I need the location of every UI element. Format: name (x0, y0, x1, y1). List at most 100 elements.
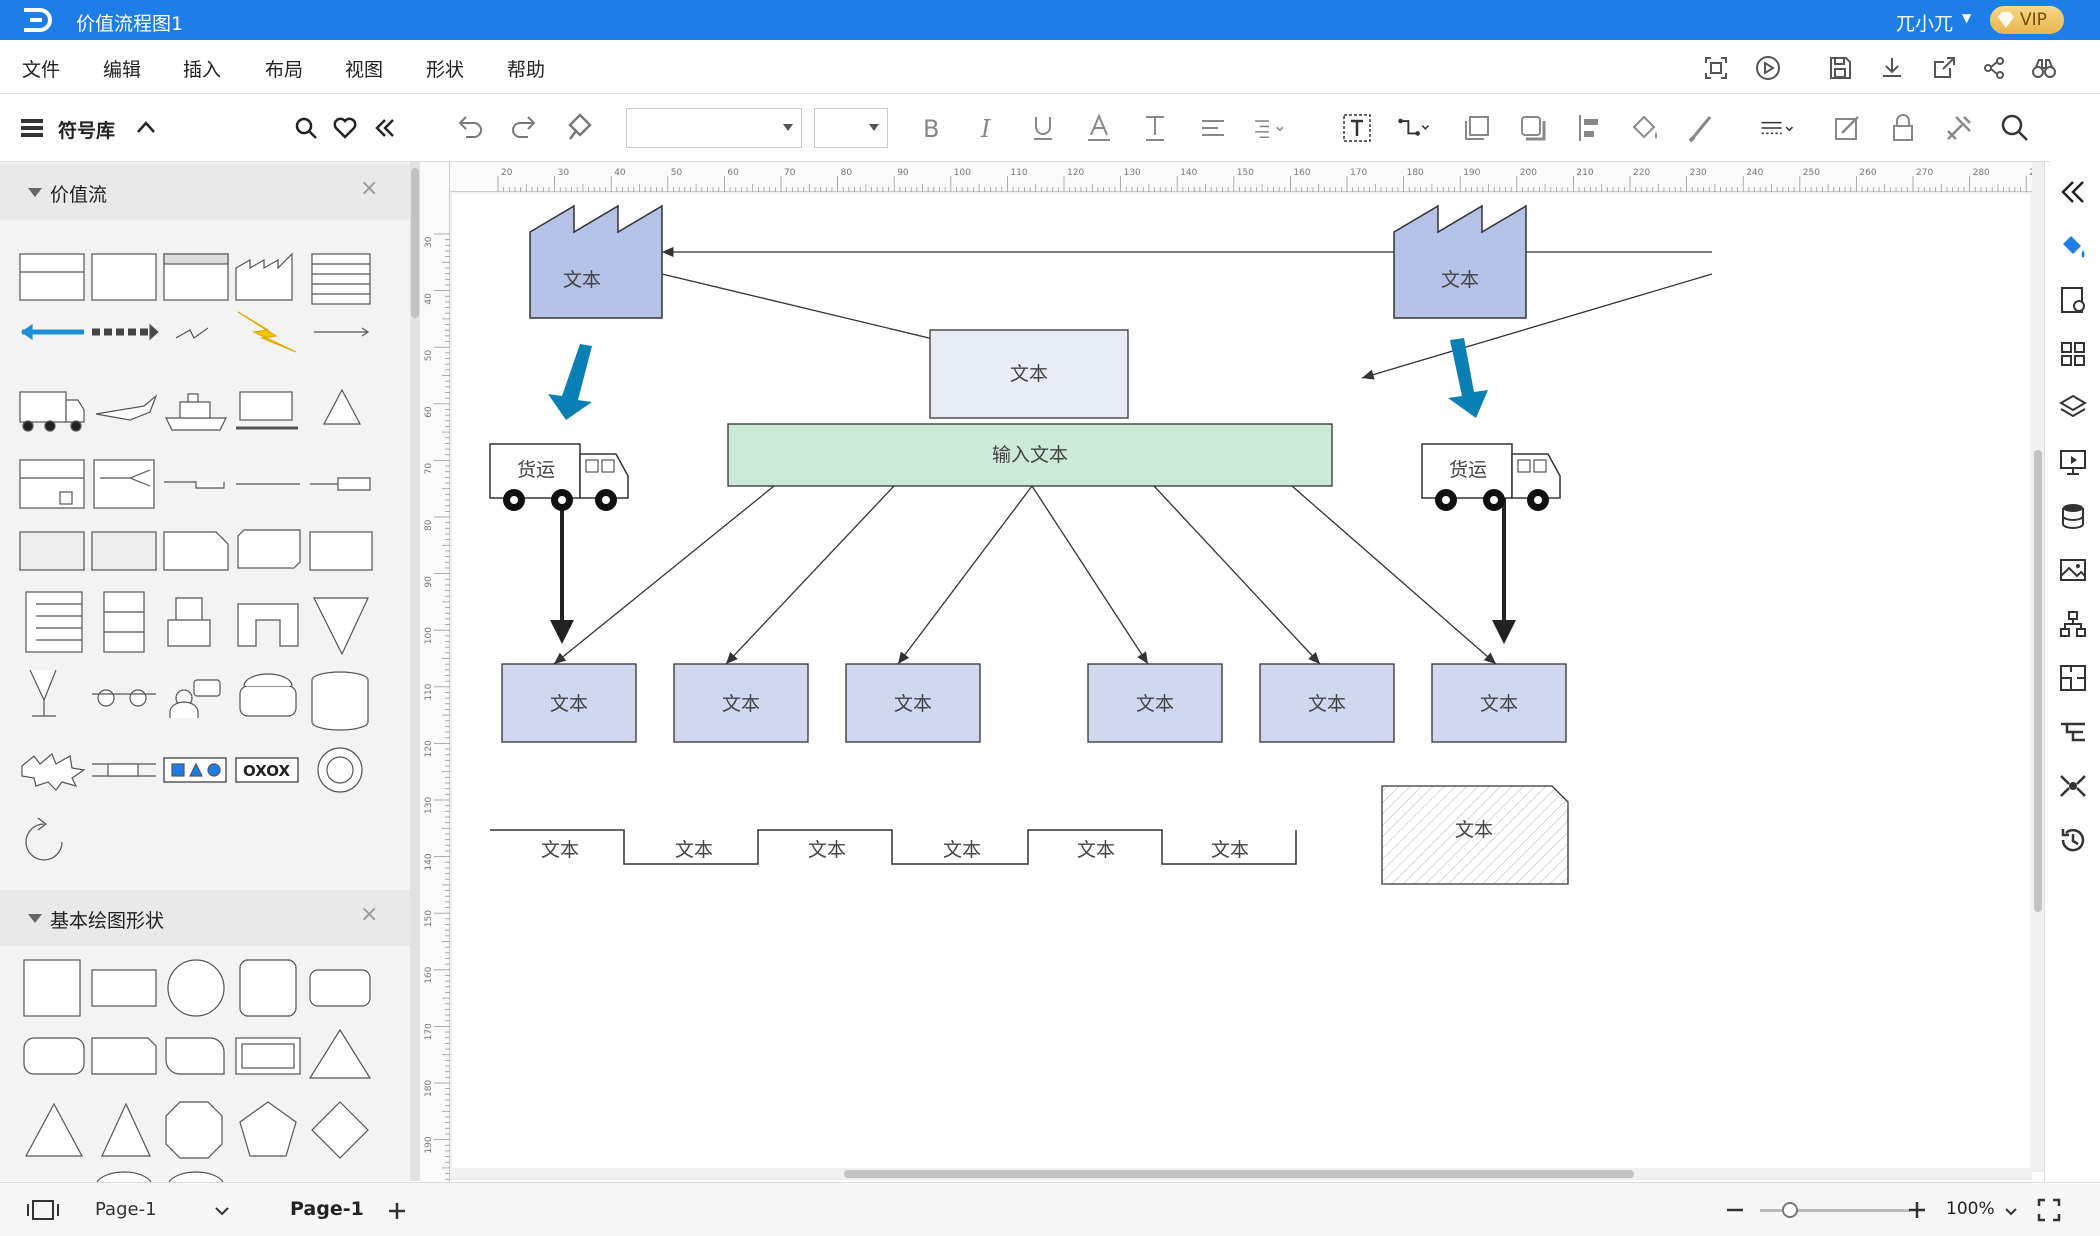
page-panel-icon[interactable] (26, 1199, 60, 1221)
save-icon[interactable] (1826, 54, 1854, 82)
grid-icon[interactable] (2057, 338, 2089, 370)
vertical-scroll-thumb[interactable] (2034, 450, 2042, 912)
text-style-icon[interactable] (1138, 111, 1172, 145)
page-setup-icon[interactable] (2057, 284, 2089, 316)
truck-right[interactable]: 货运 (1421, 443, 1561, 511)
floor-plan-icon[interactable] (2057, 662, 2089, 694)
align-icon[interactable] (1196, 111, 1230, 145)
page-selector[interactable]: Page-1 (95, 1199, 157, 1220)
close-icon[interactable]: × (360, 176, 378, 201)
bottom-box[interactable]: 文本 (845, 663, 981, 743)
timeline-icon[interactable] (2057, 716, 2089, 748)
timeline-ladder[interactable] (490, 829, 1297, 865)
format-painter-icon[interactable] (564, 111, 598, 145)
vip-badge[interactable]: VIP (1990, 6, 2064, 34)
zoom-in-icon[interactable] (1906, 1199, 1928, 1221)
input-text-bar[interactable]: 输入文本 (727, 423, 1333, 487)
menu-layout[interactable]: 布局 (265, 55, 303, 82)
bottom-box[interactable]: 文本 (1087, 663, 1223, 743)
value-stream-diagram[interactable]: 文本 文本 文本 货运 货运 输入文本 文本 文本 文本 文本 文本 文本 文本… (452, 194, 2030, 1170)
layers-icon[interactable] (2057, 392, 2089, 424)
zoom-slider-thumb[interactable] (1782, 1202, 1798, 1218)
text-box-icon[interactable] (1340, 111, 1374, 145)
capture-icon[interactable] (1702, 54, 1730, 82)
shadow-icon[interactable] (1516, 111, 1550, 145)
add-page-icon[interactable] (386, 1200, 408, 1222)
redo-icon[interactable] (508, 111, 542, 145)
tools-icon[interactable] (1942, 111, 1976, 145)
diagram-page[interactable]: 文本 文本 文本 货运 货运 输入文本 文本 文本 文本 文本 文本 文本 文本… (452, 194, 2030, 1170)
connector-icon[interactable] (1396, 111, 1430, 145)
blue-arrow-left[interactable] (548, 344, 592, 420)
category-value-stream[interactable]: 价值流 × (0, 164, 410, 220)
line-style-icon[interactable] (1760, 111, 1794, 145)
chevron-up-icon[interactable] (136, 120, 156, 134)
binoculars-icon[interactable] (2030, 54, 2058, 82)
menu-view[interactable]: 视图 (345, 55, 383, 82)
fullscreen-icon[interactable] (2036, 1197, 2062, 1223)
library-scroll-thumb[interactable] (411, 168, 419, 318)
truck-left[interactable]: 货运 (489, 443, 629, 511)
image-icon[interactable] (2057, 554, 2089, 586)
factory-right[interactable]: 文本 (1393, 204, 1527, 319)
timeline-label[interactable]: 文本 (808, 839, 846, 861)
bottom-box[interactable]: 文本 (1431, 663, 1567, 743)
fill-bucket-icon[interactable] (2057, 230, 2089, 262)
horizontal-scroll-thumb[interactable] (844, 1170, 1634, 1178)
edit-icon[interactable] (1830, 111, 1864, 145)
undo-icon[interactable] (452, 111, 486, 145)
bottom-box[interactable]: 文本 (1259, 663, 1395, 743)
timeline-label[interactable]: 文本 (1077, 839, 1115, 861)
play-icon[interactable] (1754, 54, 1782, 82)
timeline-label[interactable]: 文本 (943, 839, 981, 861)
factory-left[interactable]: 文本 (529, 204, 663, 319)
underline-icon[interactable] (1026, 111, 1060, 145)
collapse-left-icon[interactable] (373, 116, 397, 140)
category-basic-shapes[interactable]: 基本绘图形状 × (0, 890, 410, 946)
timeline-label[interactable]: 文本 (541, 839, 579, 861)
download-icon[interactable] (1878, 54, 1906, 82)
zoom-out-icon[interactable] (1724, 1199, 1746, 1221)
timeline-label[interactable]: 文本 (1211, 839, 1249, 861)
close-icon[interactable]: × (360, 902, 378, 927)
menu-insert[interactable]: 插入 (183, 55, 221, 82)
collapse-right-icon[interactable] (2057, 176, 2089, 208)
presentation-icon[interactable] (2057, 446, 2089, 478)
vertical-scrollbar[interactable] (2032, 162, 2044, 1172)
font-size-select[interactable] (814, 108, 888, 148)
bottom-box[interactable]: 文本 (501, 663, 637, 743)
org-chart-icon[interactable] (2057, 608, 2089, 640)
app-logo-icon[interactable] (18, 4, 54, 36)
export-icon[interactable] (1930, 54, 1958, 82)
horizontal-scrollbar[interactable] (450, 1168, 2032, 1180)
chevron-down-icon[interactable] (214, 1205, 230, 1217)
user-name[interactable]: 兀小兀 (1896, 9, 1953, 36)
lock-icon[interactable] (1886, 111, 1920, 145)
mindmap-icon[interactable] (2057, 770, 2089, 802)
italic-icon[interactable]: I (970, 111, 1004, 145)
find-icon[interactable] (1998, 111, 2032, 145)
menu-edit[interactable]: 编辑 (103, 55, 141, 82)
zoom-level[interactable]: 100% (1946, 1199, 1995, 1219)
heart-icon[interactable] (333, 116, 357, 140)
history-icon[interactable] (2057, 824, 2089, 856)
chevron-down-icon[interactable] (2004, 1207, 2018, 1217)
blue-arrow-right[interactable] (1448, 338, 1488, 418)
document-title[interactable]: 价值流程图1 (76, 9, 183, 36)
line-spacing-icon[interactable] (1252, 111, 1286, 145)
database-icon[interactable] (2057, 500, 2089, 532)
chevron-down-icon[interactable]: ▼ (1962, 11, 1971, 25)
basic-shape-gallery[interactable] (0, 946, 410, 1187)
value-stream-shape-gallery[interactable]: OXOX (0, 234, 410, 954)
menu-file[interactable]: 文件 (22, 55, 60, 82)
menu-shape[interactable]: 形状 (426, 55, 464, 82)
canvas-area[interactable]: 文本 文本 文本 货运 货运 输入文本 文本 文本 文本 文本 文本 文本 文本… (450, 192, 2032, 1172)
timeline-label[interactable]: 文本 (675, 839, 713, 861)
bottom-box[interactable]: 文本 (673, 663, 809, 743)
arrange-icon[interactable] (1460, 111, 1494, 145)
fill-icon[interactable] (1628, 111, 1662, 145)
bold-icon[interactable]: B (914, 111, 948, 145)
library-scrollbar[interactable] (410, 162, 420, 1181)
center-box[interactable]: 文本 (929, 329, 1129, 419)
share-icon[interactable] (1980, 54, 2008, 82)
